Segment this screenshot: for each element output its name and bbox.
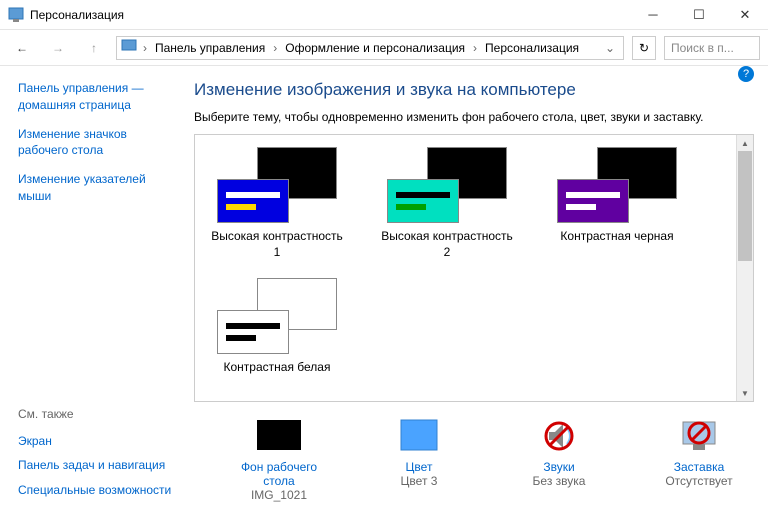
setting-name: Фон рабочего стола	[224, 460, 334, 488]
titlebar: Персонализация ─ ☐ ✕	[0, 0, 768, 30]
themes-scrollbar[interactable]: ▲ ▼	[736, 135, 753, 401]
sidebar-taskbar-link[interactable]: Панель задач и навигация	[18, 457, 176, 474]
minimize-button[interactable]: ─	[630, 0, 676, 30]
refresh-button[interactable]: ↻	[632, 36, 656, 60]
sidebar-accessibility-link[interactable]: Специальные возможности	[18, 482, 176, 499]
breadcrumb-1[interactable]: Панель управления	[153, 41, 267, 55]
search-input[interactable]: Поиск в п...	[664, 36, 760, 60]
scroll-up-icon[interactable]: ▲	[737, 135, 753, 151]
setting-value: Отсутствует	[644, 474, 754, 488]
forward-button[interactable]: →	[44, 34, 72, 62]
theme-label: Контрастная черная	[547, 229, 687, 245]
theme-label: Высокая контрастность 1	[207, 229, 347, 260]
sidebar: Панель управления — домашняя страница Из…	[0, 66, 194, 523]
screensaver-none-icon	[675, 416, 723, 456]
breadcrumb-sep: ›	[471, 41, 479, 55]
color-icon	[395, 416, 443, 456]
address-bar[interactable]: › Панель управления › Оформление и персо…	[116, 36, 624, 60]
setting-sounds[interactable]: Звуки Без звука	[504, 416, 614, 502]
navigation-bar: ← → ↑ › Панель управления › Оформление и…	[0, 30, 768, 66]
theme-high-contrast-2[interactable]: Высокая контрастность 2	[377, 147, 517, 260]
setting-name: Звуки	[504, 460, 614, 474]
page-subtitle: Выберите тему, чтобы одновременно измени…	[194, 110, 754, 124]
main-content: ? Изменение изображения и звука на компь…	[194, 66, 768, 523]
scroll-thumb[interactable]	[738, 151, 752, 261]
see-also-label: См. также	[18, 407, 176, 421]
theme-high-contrast-1[interactable]: Высокая контрастность 1	[207, 147, 347, 260]
breadcrumb-3[interactable]: Персонализация	[483, 41, 581, 55]
window-title: Персонализация	[30, 8, 630, 22]
maximize-button[interactable]: ☐	[676, 0, 722, 30]
setting-screensaver[interactable]: Заставка Отсутствует	[644, 416, 754, 502]
desktop-background-icon	[255, 416, 303, 456]
personalization-app-icon	[8, 7, 24, 23]
theme-contrast-white[interactable]: Контрастная белая	[207, 278, 347, 376]
sidebar-display-link[interactable]: Экран	[18, 433, 176, 450]
page-heading: Изменение изображения и звука на компьют…	[194, 80, 754, 100]
theme-contrast-black[interactable]: Контрастная черная	[547, 147, 687, 260]
sidebar-mouse-pointers-link[interactable]: Изменение указателей мыши	[18, 171, 176, 205]
setting-name: Цвет	[364, 460, 474, 474]
up-button[interactable]: ↑	[80, 34, 108, 62]
setting-name: Заставка	[644, 460, 754, 474]
setting-value: IMG_1021	[224, 488, 334, 502]
sidebar-home-link[interactable]: Панель управления — домашняя страница	[18, 80, 176, 114]
setting-value: Без звука	[504, 474, 614, 488]
address-icon	[121, 38, 137, 57]
back-button[interactable]: ←	[8, 34, 36, 62]
setting-value: Цвет 3	[364, 474, 474, 488]
setting-desktop-background[interactable]: Фон рабочего стола IMG_1021	[224, 416, 334, 502]
address-dropdown[interactable]: ⌄	[601, 41, 619, 55]
breadcrumb-sep: ›	[141, 41, 149, 55]
help-icon[interactable]: ?	[738, 66, 754, 82]
sounds-muted-icon	[535, 416, 583, 456]
search-placeholder: Поиск в п...	[671, 41, 734, 55]
setting-color[interactable]: Цвет Цвет 3	[364, 416, 474, 502]
theme-label: Контрастная белая	[207, 360, 347, 376]
breadcrumb-sep: ›	[271, 41, 279, 55]
sidebar-desktop-icons-link[interactable]: Изменение значков рабочего стола	[18, 126, 176, 160]
breadcrumb-2[interactable]: Оформление и персонализация	[283, 41, 467, 55]
close-button[interactable]: ✕	[722, 0, 768, 30]
scroll-down-icon[interactable]: ▼	[737, 385, 753, 401]
themes-panel: Высокая контрастность 1 Высокая контраст…	[194, 134, 754, 402]
theme-label: Высокая контрастность 2	[377, 229, 517, 260]
